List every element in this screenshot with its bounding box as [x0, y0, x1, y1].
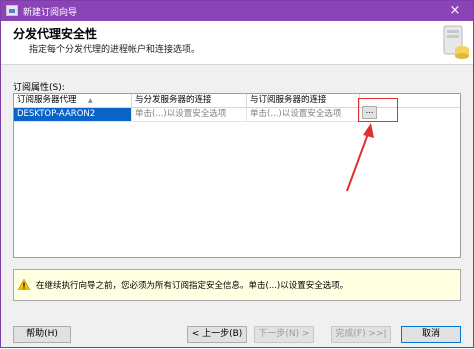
help-button[interactable]: 帮助(H) — [13, 326, 71, 343]
warning-icon — [18, 279, 30, 290]
back-button[interactable]: < 上一步(B) — [187, 326, 247, 343]
warning-text: 在继续执行向导之前，您必须为所有订阅指定安全信息。单击(...)以设置安全选项。 — [36, 281, 349, 291]
next-button[interactable]: 下一步(N) > — [254, 326, 314, 343]
finish-button[interactable]: 完成(F) >>| — [331, 326, 391, 343]
wizard-window: 新建订阅向导 × 分发代理安全性 指定每个分发代理的进程帐户和连接选项。 订阅属… — [0, 0, 474, 348]
warning-message: 在继续执行向导之前，您必须为所有订阅指定安全信息。单击(...)以设置安全选项。 — [13, 269, 461, 301]
cancel-button[interactable]: 取消 — [401, 326, 461, 343]
